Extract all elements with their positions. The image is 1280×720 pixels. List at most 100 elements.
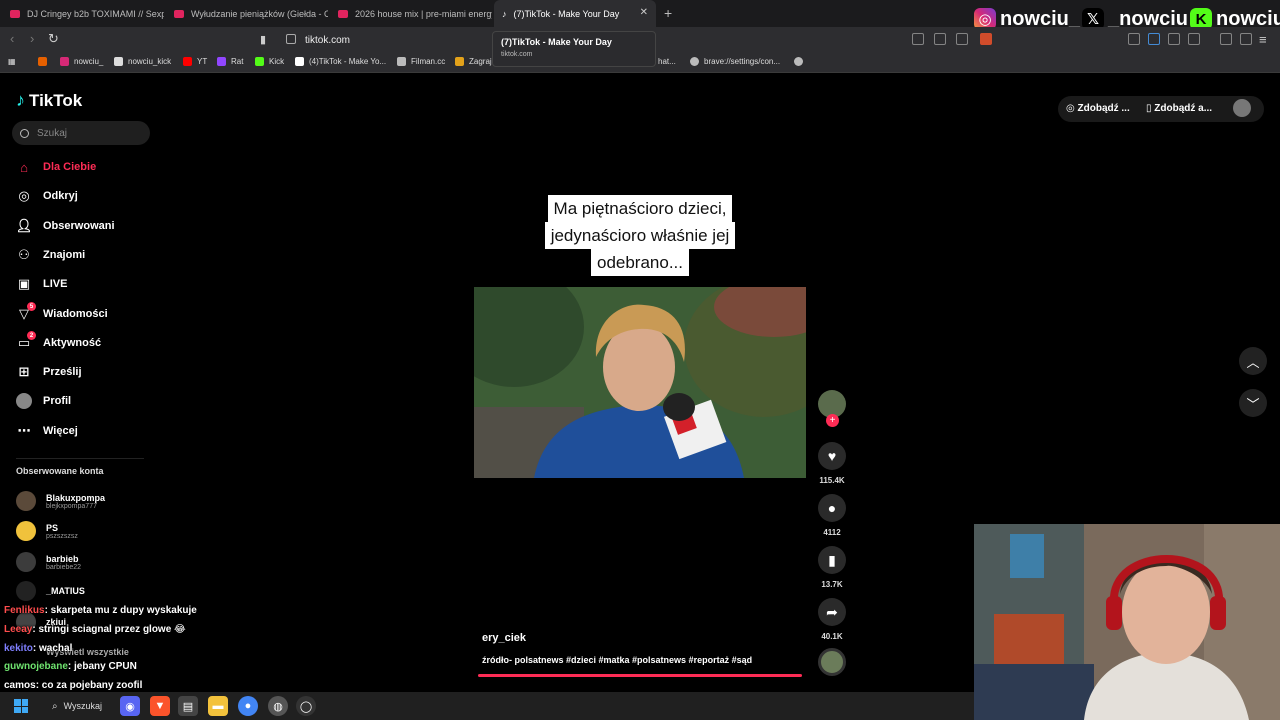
mute-icon[interactable] <box>912 33 924 45</box>
like-button[interactable]: ♥ <box>818 442 846 470</box>
previous-video-button[interactable]: ︿ <box>1239 347 1267 375</box>
chat-text: : skarpeta mu z dupy wyskakuje <box>44 605 197 616</box>
nav-item-live[interactable]: ▣ LIVE <box>16 273 146 295</box>
nav-item-upload[interactable]: ⊞ Prześlij <box>16 361 146 383</box>
nav-label: Profil <box>43 395 72 407</box>
app-icon[interactable]: ◯ <box>296 696 316 716</box>
bookmark-item[interactable]: Filman.cc <box>397 57 445 66</box>
obs-icon[interactable]: ◍ <box>268 696 288 716</box>
followed-account[interactable]: _MATIUS <box>16 578 85 604</box>
chevron-down-icon: ﹀ <box>1246 396 1260 412</box>
notification-badge: 2 <box>27 331 36 340</box>
bookmark-item[interactable] <box>38 57 52 66</box>
nav-item-activity[interactable]: ▭ 2 Aktywność <box>16 331 146 354</box>
avatar <box>16 521 36 541</box>
back-icon[interactable]: ‹ <box>10 31 14 46</box>
close-icon[interactable]: ✕ <box>640 7 648 18</box>
menu-icon[interactable]: ≡ <box>1259 32 1267 47</box>
tiktok-icon: ♪ <box>16 90 25 110</box>
extensions-icon[interactable] <box>1168 33 1180 45</box>
kick-icon <box>255 57 264 66</box>
upload-icon: ⊞ <box>18 364 30 379</box>
search-placeholder: Szukaj <box>37 127 68 139</box>
tab-1[interactable]: DJ Cringey b2b TOXIMAMI // Sexpre <box>2 0 164 27</box>
bookmark-item[interactable]: Zagraj <box>455 57 492 66</box>
forward-icon[interactable]: › <box>30 31 34 46</box>
followed-account[interactable]: barbieb barbiebe22 <box>16 549 81 575</box>
apps-icon[interactable]: ▦ <box>8 57 16 66</box>
cast-icon[interactable] <box>934 33 946 45</box>
bookmark-item[interactable]: nowciu_kick <box>114 57 171 66</box>
new-tab-button[interactable]: + <box>664 5 672 21</box>
globe-icon[interactable] <box>794 57 808 66</box>
followed-accounts-title: Obserwowane konta <box>16 466 104 476</box>
chat-text: : wachal <box>32 643 73 654</box>
caption-line: Ma piętnaścioro dzieci, <box>547 195 733 222</box>
nav-item-for-you[interactable]: ⌂ Dla Ciebie <box>16 156 146 178</box>
bookmark-label: Rat <box>231 57 244 66</box>
youtube-icon <box>174 9 184 18</box>
bookmark-item[interactable]: brave://settings/con... <box>690 57 780 66</box>
sidebar-icon[interactable] <box>1188 33 1200 45</box>
bookmark-item[interactable]: Kick <box>255 57 284 66</box>
translate-icon[interactable] <box>1148 33 1160 45</box>
search-input[interactable]: Szukaj <box>12 121 150 145</box>
chat-message: camos: co za pojebany zoofil <box>4 680 142 691</box>
brave-icon[interactable]: ▼ <box>150 696 170 716</box>
followed-account[interactable]: PS pszszszsz <box>16 518 78 544</box>
bookmark-icon[interactable]: ▮ <box>260 33 266 46</box>
bookmark-item[interactable]: YT <box>183 57 207 66</box>
wallet-icon[interactable] <box>1240 33 1252 45</box>
discord-icon[interactable]: ◉ <box>120 696 140 716</box>
nav-label: LIVE <box>43 278 68 290</box>
tab-3[interactable]: 2026 house mix | pre-miami energy <box>330 0 492 27</box>
tiktok-icon: ♪ <box>502 8 507 19</box>
nav-item-friends[interactable]: ⚇ Znajomi <box>16 244 146 266</box>
video-author[interactable]: ery_ciek <box>482 632 526 644</box>
nav-item-more[interactable]: ⋯ Więcej <box>16 420 146 442</box>
avatar[interactable] <box>1233 99 1251 117</box>
share-button[interactable]: ➦ <box>818 598 846 626</box>
brave-shield-icon[interactable] <box>980 33 992 45</box>
music-disc-icon[interactable] <box>818 648 846 676</box>
share-icon[interactable] <box>956 33 968 45</box>
bookmark-icon: ▮ <box>828 551 836 568</box>
save-button[interactable]: ▮ <box>818 546 846 574</box>
chat-message: Leeay: stringi sciagnal przez glowe 😂 <box>4 624 186 635</box>
chrome-icon[interactable]: ● <box>238 696 258 716</box>
comment-button[interactable]: ● <box>818 494 846 522</box>
get-coins-button[interactable]: ◎ Zdobądź ... <box>1066 103 1130 114</box>
next-video-button[interactable]: ﹀ <box>1239 389 1267 417</box>
bookmark-item[interactable]: hat... <box>658 57 676 66</box>
nav-item-messages[interactable]: ▽ 5 Wiadomości <box>16 302 146 325</box>
get-app-button[interactable]: ▯ Zdobądź a... <box>1146 103 1212 114</box>
divider <box>16 458 144 459</box>
tab-active[interactable]: ♪ (7)TikTok - Make Your Day ✕ <box>494 0 656 27</box>
file-explorer-icon[interactable]: ▬ <box>208 696 228 716</box>
reload-icon[interactable]: ↻ <box>48 31 59 47</box>
avatar <box>16 393 32 409</box>
instagram-icon <box>60 57 69 66</box>
account-username: pszszszsz <box>46 532 78 540</box>
chat-user: kekito <box>4 643 33 654</box>
followed-account[interactable]: Blakuxpompa blejkxpompa777 <box>16 488 105 514</box>
tiktok-logo[interactable]: ♪ TikTok <box>16 90 82 111</box>
taskbar-search[interactable]: ⌕ Wyszukaj <box>40 696 112 716</box>
bookmark-item[interactable]: nowciu_ <box>60 57 103 66</box>
youtube-icon <box>338 9 348 18</box>
nav-item-following[interactable]: 👤︎ Obserwowani <box>16 215 146 237</box>
follow-plus-icon[interactable]: + <box>826 414 839 427</box>
bookmark-item[interactable]: (4)TikTok - Make Yo... <box>295 57 386 66</box>
vpn-icon[interactable] <box>1128 33 1140 45</box>
windows-start-icon[interactable] <box>14 699 28 713</box>
nav-item-explore[interactable]: ◎ Odkryj <box>16 185 146 207</box>
bookmark-item[interactable]: Rat <box>217 57 243 66</box>
app-icon[interactable]: ▤ <box>178 696 198 716</box>
video-progress-bar[interactable] <box>478 674 802 677</box>
tab-title: 2026 house mix | pre-miami energy <box>355 8 492 19</box>
video-player[interactable] <box>474 287 806 478</box>
nav-item-profile[interactable]: Profil <box>16 390 146 412</box>
account-username: blejkxpompa777 <box>46 502 97 510</box>
music-icon[interactable] <box>1220 33 1232 45</box>
tab-2[interactable]: Wyłudzanie pieniążków (Giełda - Od <box>166 0 328 27</box>
